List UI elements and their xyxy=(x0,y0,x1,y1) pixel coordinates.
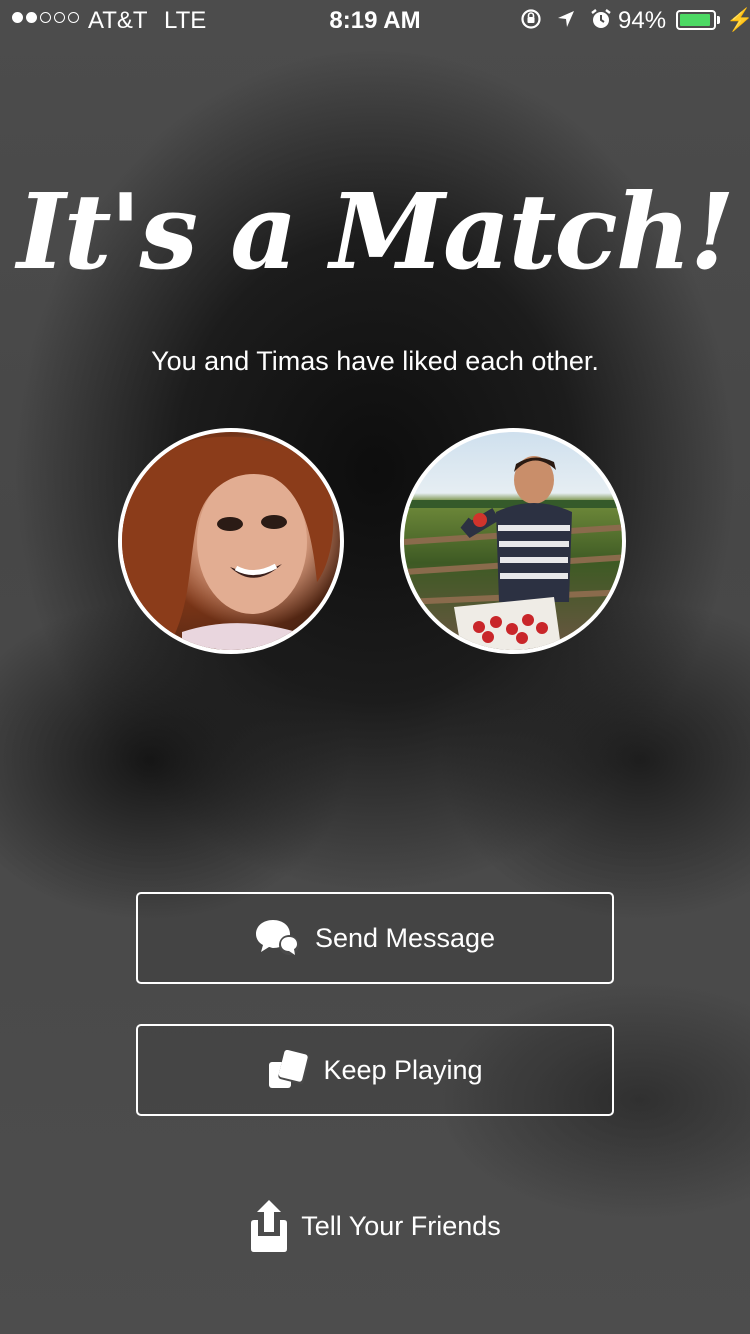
tell-your-friends-button[interactable]: Tell Your Friends xyxy=(0,1196,750,1256)
match-profile-photo xyxy=(400,428,626,654)
send-message-label: Send Message xyxy=(314,922,496,953)
share-icon xyxy=(249,1198,289,1254)
match-title: It's a Match! xyxy=(16,170,735,293)
send-message-button[interactable]: Send Message xyxy=(136,892,614,984)
keep-playing-button[interactable]: Keep Playing xyxy=(136,1024,614,1116)
charging-bolt-icon: ⚡ xyxy=(726,7,750,32)
status-bar: AT&T LTE 8:19 AM 94% ⚡ xyxy=(0,0,750,40)
keep-playing-label: Keep Playing xyxy=(323,1054,483,1085)
rotation-lock-icon xyxy=(520,8,542,30)
tell-your-friends-label: Tell Your Friends xyxy=(301,1210,501,1241)
battery-icon xyxy=(676,10,716,30)
location-arrow-icon xyxy=(556,9,576,29)
match-subtitle: You and Timas have liked each other. xyxy=(151,346,599,376)
my-profile-photo xyxy=(118,428,344,654)
cards-icon xyxy=(267,1050,310,1090)
chat-bubbles-icon xyxy=(255,918,301,958)
battery-percentage: 94% xyxy=(618,7,667,34)
alarm-icon xyxy=(590,8,612,30)
